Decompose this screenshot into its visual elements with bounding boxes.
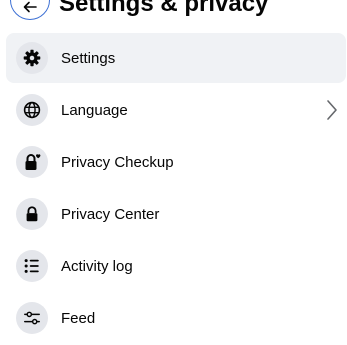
- menu-item-privacy-checkup[interactable]: Privacy Checkup: [6, 137, 346, 187]
- sliders-icon: [16, 302, 48, 334]
- menu-item-label: Privacy Center: [61, 205, 160, 223]
- menu-item-settings[interactable]: Settings: [6, 33, 346, 83]
- list-icon: [16, 250, 48, 282]
- lock-icon: [16, 198, 48, 230]
- header: Settings & privacy: [0, 0, 347, 24]
- globe-icon: [16, 94, 48, 126]
- menu-item-label: Privacy Checkup: [61, 153, 174, 171]
- menu-item-activity-log[interactable]: Activity log: [6, 241, 346, 291]
- menu-item-feed[interactable]: Feed: [6, 293, 346, 343]
- menu-item-language[interactable]: Language: [6, 85, 346, 135]
- back-button[interactable]: [10, 0, 50, 20]
- settings-menu: Settings Language Privacy Checkup Privac…: [6, 33, 346, 345]
- menu-item-label: Language: [61, 101, 128, 119]
- gear-icon: [16, 42, 48, 74]
- menu-item-label: Feed: [61, 309, 96, 327]
- menu-item-label: Settings: [61, 49, 116, 67]
- menu-item-label: Activity log: [61, 257, 133, 275]
- lock-heart-icon: [16, 146, 48, 178]
- menu-item-privacy-center[interactable]: Privacy Center: [6, 189, 346, 239]
- page-title: Settings & privacy: [59, 0, 269, 17]
- chevron-right-icon: [326, 99, 338, 121]
- arrow-left-icon: [22, 0, 38, 12]
